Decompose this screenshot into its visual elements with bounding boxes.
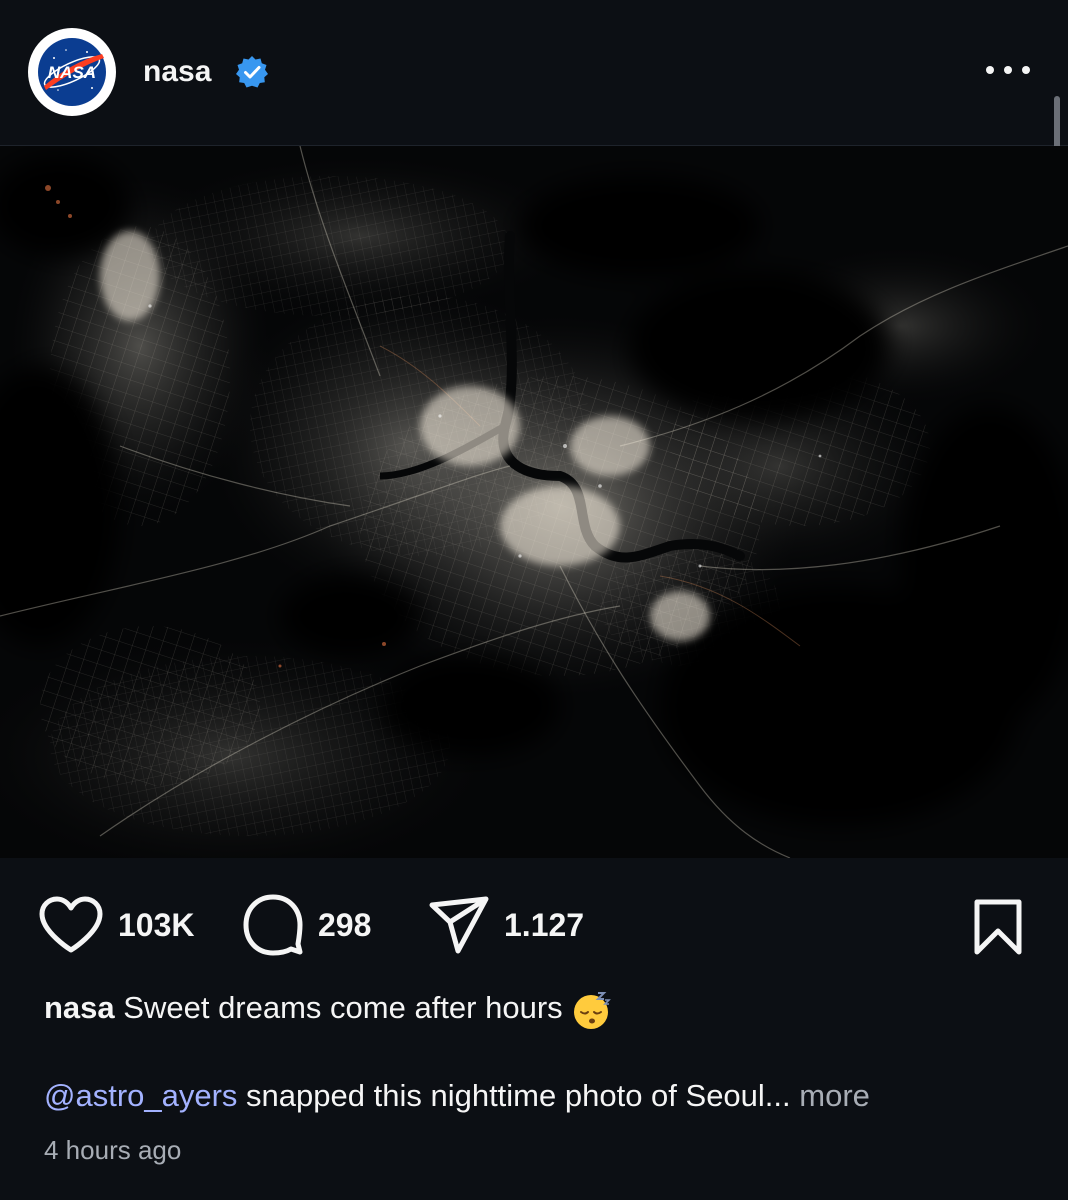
- post-caption: nasa Sweet dreams come after hours: [44, 986, 1034, 1030]
- caption-username[interactable]: nasa: [44, 990, 115, 1025]
- caption-text: Sweet dreams come after hours: [123, 990, 563, 1025]
- caption-continuation: @astro_ayers snapped this nighttime phot…: [44, 1074, 1034, 1118]
- mention-link[interactable]: @astro_ayers: [44, 1078, 237, 1113]
- comment-bubble-icon: [243, 894, 303, 956]
- share-button[interactable]: 1.127: [428, 892, 584, 958]
- more-link[interactable]: more: [799, 1078, 870, 1113]
- shares-count[interactable]: 1.127: [504, 907, 584, 944]
- svg-text:NASA: NASA: [48, 63, 96, 82]
- nasa-logo-icon: NASA: [38, 38, 106, 106]
- more-options-icon: [986, 66, 1030, 74]
- likes-count[interactable]: 103K: [118, 907, 195, 944]
- like-button[interactable]: 103K: [38, 892, 195, 958]
- instagram-post: NASA nasa 103K 298 1.127 nasa Sweet drea…: [0, 0, 1068, 1200]
- comments-count[interactable]: 298: [318, 907, 371, 944]
- post-timestamp[interactable]: 4 hours ago: [44, 1132, 181, 1168]
- bookmark-icon: [974, 899, 1022, 955]
- more-options-button[interactable]: [980, 55, 1036, 85]
- avatar[interactable]: NASA: [28, 28, 116, 116]
- heart-icon: [39, 896, 103, 953]
- action-bar: 103K 298 1.127: [0, 880, 1068, 970]
- comment-button[interactable]: 298: [242, 892, 371, 958]
- post-header: NASA nasa: [0, 0, 1068, 146]
- post-username[interactable]: nasa: [143, 52, 211, 92]
- seoul-night-photo: [0, 146, 1068, 858]
- paper-plane-icon: [429, 896, 489, 954]
- verified-badge-icon: [236, 56, 268, 88]
- save-button[interactable]: [966, 894, 1030, 960]
- caption-continuation-text: snapped this nighttime photo of Seoul...: [237, 1078, 791, 1113]
- sleeping-face-emoji: [573, 991, 611, 1029]
- post-photo[interactable]: [0, 146, 1068, 858]
